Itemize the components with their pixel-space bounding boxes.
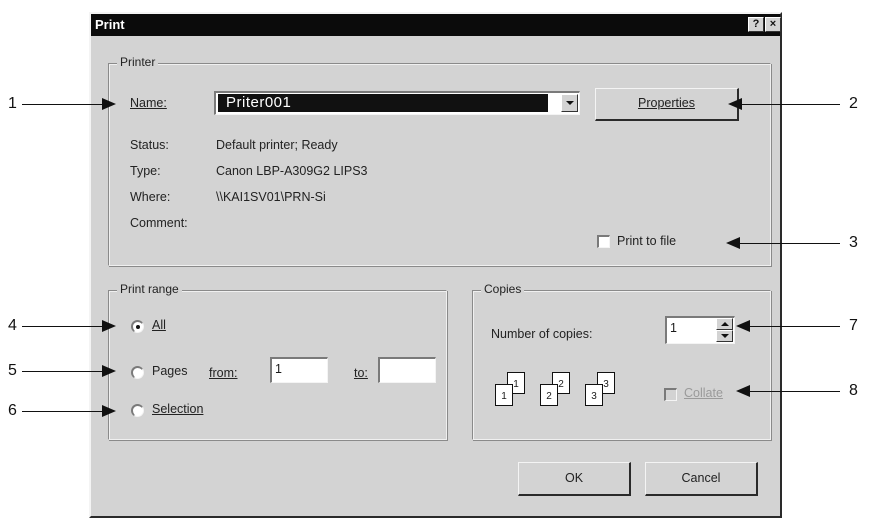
printer-group-label: Printer [117, 55, 159, 69]
callout-line-1 [22, 104, 102, 105]
callout-number-5: 5 [8, 362, 17, 379]
callout-number-7: 7 [849, 317, 858, 334]
collate-page-front: 3 [585, 384, 603, 406]
print-range-group-label: Print range [117, 282, 182, 296]
callout-line-7 [750, 326, 840, 327]
callout-line-2 [742, 104, 840, 105]
callout-number-3: 3 [849, 234, 858, 251]
callout-line-5 [22, 371, 102, 372]
pages-radio[interactable] [131, 366, 144, 379]
copies-group: Copies [472, 282, 771, 440]
arrow-left-icon [736, 385, 750, 397]
arrow-left-icon [736, 320, 750, 332]
status-value: Default printer; Ready [216, 138, 338, 152]
comment-label: Comment: [130, 216, 188, 230]
callout-number-8: 8 [849, 382, 858, 399]
to-input[interactable] [378, 357, 436, 383]
properties-button-label: Properties [638, 96, 695, 110]
to-label: to: [354, 366, 368, 380]
spin-up-icon[interactable] [716, 318, 733, 330]
arrow-left-icon [726, 237, 740, 249]
callout-line-6 [22, 411, 102, 412]
arrow-left-icon [728, 98, 742, 110]
title-bar: Print ? × [91, 14, 781, 36]
close-button[interactable]: × [765, 17, 781, 32]
chevron-down-icon[interactable] [561, 94, 578, 112]
callout-line-4 [22, 326, 102, 327]
callout-line-3 [740, 243, 840, 244]
where-value: \\KAI1SV01\PRN-Si [216, 190, 326, 204]
from-input[interactable]: 1 [270, 357, 328, 383]
collate-checkbox[interactable] [664, 388, 677, 401]
type-value: Canon LBP-A309G2 LIPS3 [216, 164, 368, 178]
cancel-button[interactable]: Cancel [645, 462, 758, 496]
print-to-file-label[interactable]: Print to file [617, 234, 676, 248]
copies-group-label: Copies [481, 282, 525, 296]
collate-label[interactable]: Collate [684, 386, 723, 400]
number-of-copies-label: Number of copies: [491, 327, 593, 341]
spin-down-icon[interactable] [716, 330, 733, 342]
callout-line-8 [750, 391, 840, 392]
where-label: Where: [130, 190, 171, 204]
all-radio[interactable] [131, 320, 144, 333]
properties-button[interactable]: Properties [595, 88, 739, 121]
print-to-file-checkbox[interactable] [597, 235, 610, 248]
callout-number-2: 2 [849, 95, 858, 112]
arrow-right-icon [102, 98, 116, 110]
name-label: Name: [130, 96, 167, 110]
callout-number-1: 1 [8, 95, 17, 112]
selection-radio[interactable] [131, 404, 144, 417]
collate-page-front: 2 [540, 384, 558, 406]
callout-number-6: 6 [8, 402, 17, 419]
ok-button[interactable]: OK [518, 462, 631, 496]
status-label: Status: [130, 138, 169, 152]
dialog-title: Print [95, 17, 125, 32]
callout-number-4: 4 [8, 317, 17, 334]
printer-name-select[interactable]: Priter001 [214, 91, 580, 115]
from-label: from: [209, 366, 238, 380]
arrow-right-icon [102, 320, 116, 332]
all-label[interactable]: All [152, 318, 166, 332]
arrow-right-icon [102, 365, 116, 377]
selection-label[interactable]: Selection [152, 402, 203, 416]
pages-label[interactable]: Pages [152, 364, 187, 378]
collate-page-front: 1 [495, 384, 513, 406]
type-label: Type: [130, 164, 161, 178]
help-button[interactable]: ? [748, 17, 764, 32]
copies-spinner[interactable] [716, 318, 733, 342]
arrow-right-icon [102, 405, 116, 417]
printer-name-value: Priter001 [218, 94, 548, 112]
